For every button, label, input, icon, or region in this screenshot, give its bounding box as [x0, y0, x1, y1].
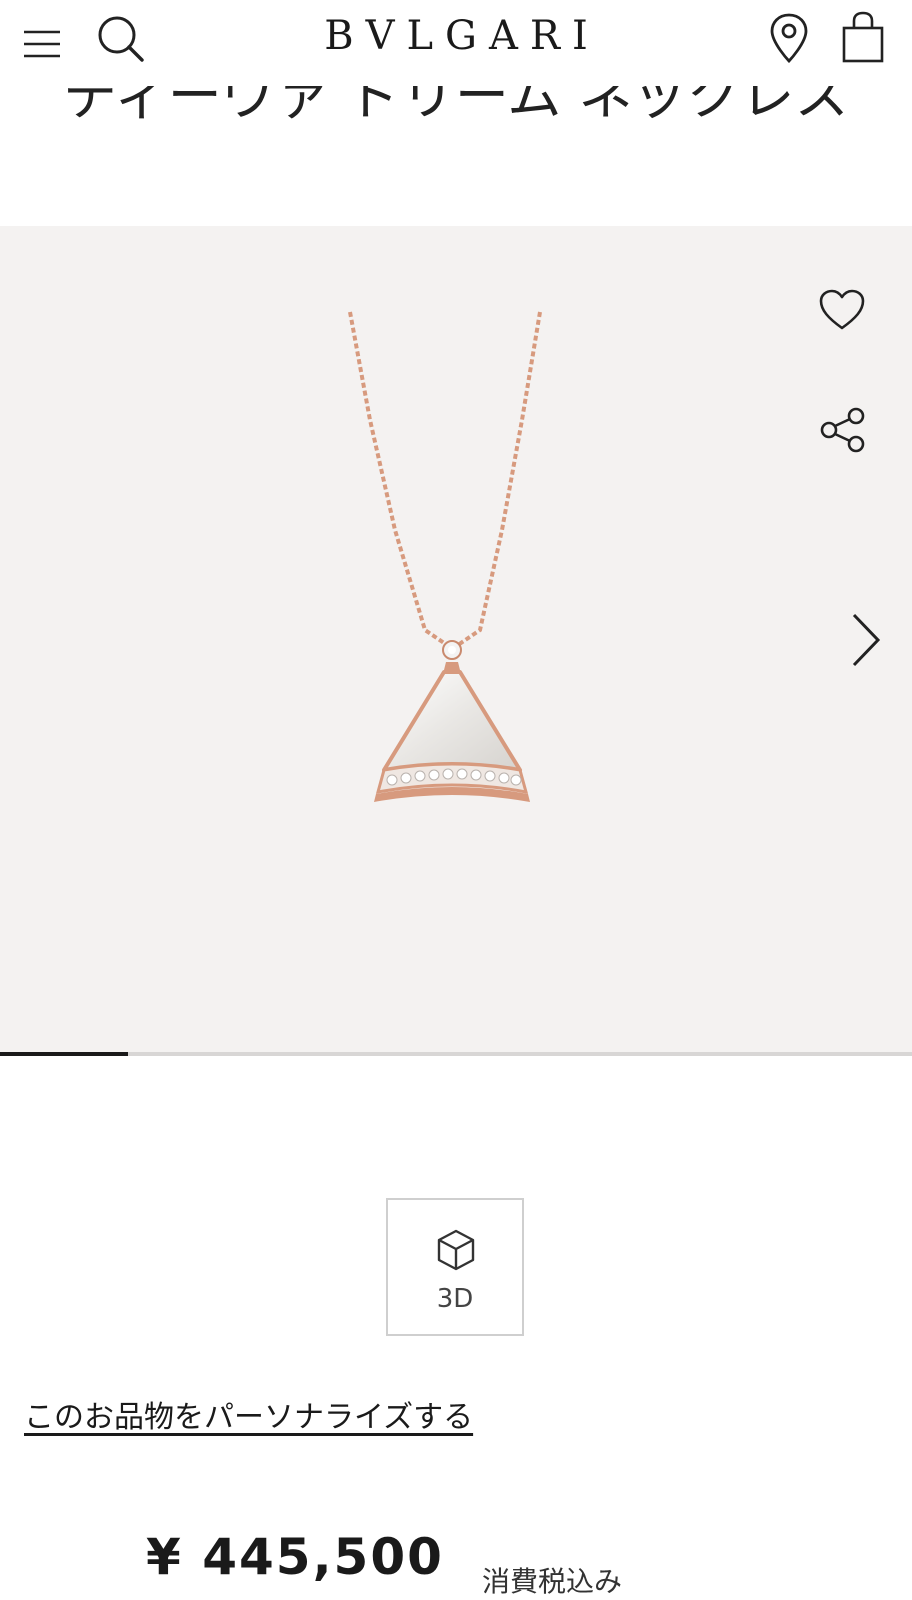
view-3d-button[interactable]: 3D — [386, 1198, 524, 1336]
gallery-progress-bar — [0, 1052, 912, 1056]
shopping-bag-icon[interactable] — [840, 10, 886, 64]
cube-3d-icon — [437, 1229, 475, 1271]
tax-note: 消費税込み — [482, 1565, 623, 1598]
gallery-progress-indicator — [0, 1052, 128, 1056]
wishlist-heart-icon[interactable] — [818, 288, 866, 332]
personalize-link[interactable]: このお品物をパーソナライズする — [24, 1392, 473, 1436]
site-header: BVLGARI — [0, 0, 912, 86]
store-locator-icon[interactable] — [768, 12, 810, 64]
product-image — [348, 311, 542, 802]
product-price: ¥ 445,500 — [146, 1528, 444, 1586]
view-3d-label: 3D — [436, 1284, 474, 1314]
product-gallery[interactable] — [0, 226, 912, 1056]
product-page: BVLGARI ディーヴァ ドリーム ネックレス 3D このお品物をパーソナライ… — [0, 0, 912, 1600]
share-icon[interactable] — [818, 406, 868, 454]
chevron-right-icon[interactable] — [850, 612, 882, 668]
